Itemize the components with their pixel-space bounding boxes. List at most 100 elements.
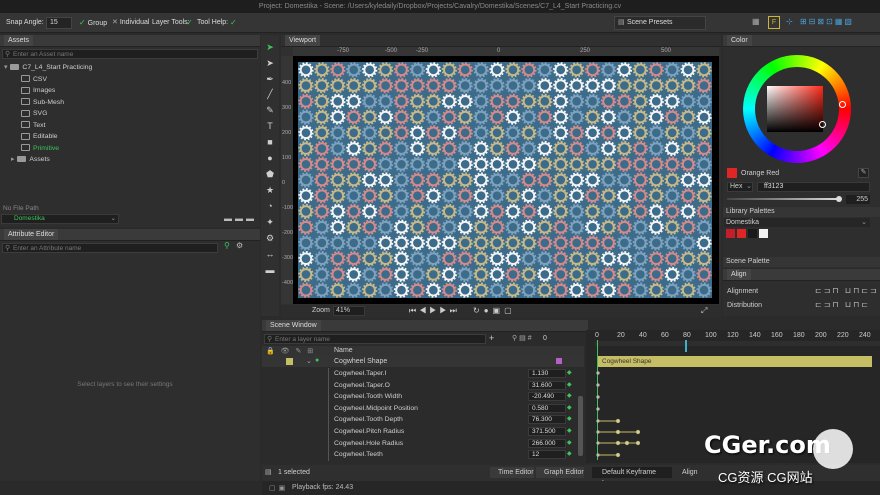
keyframe-layer-select[interactable]: Default Keyframe Layer bbox=[592, 467, 672, 487]
library-select[interactable]: Domestika ⌄ bbox=[724, 218, 870, 227]
keyframe-toggle-icon[interactable]: ◆ bbox=[567, 403, 572, 415]
palette-swatch[interactable] bbox=[726, 229, 735, 238]
color-format-select[interactable]: Hex ⌄ bbox=[727, 182, 753, 192]
snap-angle-input[interactable]: 15 bbox=[46, 17, 72, 29]
status-icons[interactable]: ▢▣ bbox=[269, 484, 288, 492]
refresh-icon[interactable]: ↻ bbox=[473, 306, 484, 315]
property-row[interactable]: Cogwheel.Teeth 12 ◆ bbox=[262, 449, 584, 461]
polygon-tool-icon[interactable]: ⬟ bbox=[264, 168, 276, 180]
chevron-down-icon[interactable]: ▾ bbox=[4, 64, 7, 71]
asset-tree-item[interactable]: ▾ C7_L4_Start Practicing bbox=[0, 62, 260, 74]
hex-input[interactable]: ff3123 bbox=[757, 182, 870, 192]
snap-icon[interactable]: ⊹ bbox=[786, 17, 793, 26]
scene-scrollbar[interactable] bbox=[578, 396, 583, 456]
play-icon[interactable]: ▶ bbox=[429, 306, 439, 315]
sparkle-tool-icon[interactable]: ✦ bbox=[264, 216, 276, 228]
property-row[interactable]: Cogwheel.Hole Radius 266.000 ◆ bbox=[262, 437, 584, 450]
property-row[interactable]: Cogwheel.Midpoint Position 0.580 ◆ bbox=[262, 402, 584, 415]
distribution-buttons[interactable]: ⊏⊐⊓ ⊔⊓⊏ bbox=[815, 300, 870, 309]
hue-handle[interactable] bbox=[839, 101, 846, 108]
attribute-editor-tab[interactable]: Attribute Editor bbox=[4, 229, 59, 240]
scene-palette-header[interactable]: Scene Palette bbox=[723, 257, 880, 267]
asset-tree-item[interactable]: Text bbox=[0, 120, 260, 132]
zoom-select[interactable]: 41% bbox=[333, 306, 365, 316]
property-value-input[interactable]: 0.580 bbox=[528, 403, 566, 413]
asset-tree-item[interactable]: ▸ Assets bbox=[0, 154, 260, 166]
keyframe-toggle-icon[interactable]: ◆ bbox=[567, 426, 572, 438]
property-value-input[interactable]: 76.300 bbox=[528, 415, 566, 425]
line-tool-icon[interactable]: ╱ bbox=[264, 88, 276, 100]
color-picker-handle[interactable] bbox=[819, 121, 826, 128]
keyframe-toggle-icon[interactable]: ◆ bbox=[567, 368, 572, 380]
layer-search-input[interactable]: Enter a layer name bbox=[264, 334, 486, 344]
gear-tool-icon[interactable]: ⚙ bbox=[264, 232, 276, 244]
asset-search-input[interactable]: Enter an Asset name bbox=[2, 49, 258, 59]
group-toggle[interactable]: ✓ Group bbox=[79, 17, 107, 29]
palette-swatch[interactable] bbox=[759, 229, 768, 238]
project-select[interactable]: Domestika ⌄ bbox=[1, 214, 119, 224]
property-value-input[interactable]: 12 bbox=[528, 450, 566, 460]
record-icon[interactable]: ● bbox=[484, 306, 493, 315]
alpha-slider[interactable] bbox=[727, 198, 840, 200]
keyframe-toggle-icon[interactable]: ◆ bbox=[567, 438, 572, 450]
property-value-input[interactable]: -20.490 bbox=[528, 392, 566, 402]
list-icon[interactable]: ▤ bbox=[265, 468, 272, 476]
pill-tool-icon[interactable]: ▬ bbox=[264, 264, 276, 276]
step-back-icon[interactable]: ◀ bbox=[419, 306, 429, 315]
frame-icon[interactable]: F bbox=[768, 16, 780, 29]
layer-row-cogwheel[interactable]: ⌄ ● Cogwheel Shape bbox=[262, 356, 584, 367]
pen-tool-icon[interactable]: ✒ bbox=[264, 73, 276, 85]
asset-tree-item[interactable]: Editable bbox=[0, 131, 260, 143]
view-controls[interactable]: ↻●▣▢ bbox=[473, 306, 516, 315]
attribute-search-input[interactable]: Enter an Attribute name bbox=[2, 243, 218, 253]
align-tools-icon[interactable]: ⊞⊟⊠⊡▦▧ bbox=[800, 17, 854, 26]
attribute-search-icon[interactable]: ⚲ bbox=[224, 241, 230, 250]
attribute-options-icon[interactable]: ⚙ bbox=[236, 241, 243, 250]
edit-tool-icon[interactable]: ➤ bbox=[264, 57, 276, 69]
lock-icon[interactable]: ▢ bbox=[504, 306, 516, 315]
add-layer-icon[interactable]: + bbox=[489, 333, 494, 343]
assets-tab[interactable]: Assets bbox=[4, 35, 34, 46]
viewport-tab[interactable]: Viewport bbox=[285, 35, 321, 46]
time-editor-button[interactable]: Time Editor bbox=[490, 467, 534, 478]
asset-tree-item[interactable]: Primitive bbox=[0, 143, 260, 155]
property-value-input[interactable]: 266.000 bbox=[528, 438, 566, 448]
playhead[interactable] bbox=[685, 340, 687, 352]
chevron-right-icon[interactable]: ▸ bbox=[11, 156, 14, 163]
align-tab[interactable]: Align bbox=[727, 269, 751, 280]
palette-swatch[interactable] bbox=[748, 229, 757, 238]
alpha-input[interactable]: 255 bbox=[846, 195, 870, 204]
skip-start-icon[interactable]: ⏮ bbox=[409, 306, 419, 315]
arc-tool-icon[interactable]: ◔ bbox=[264, 200, 276, 212]
playback-controls[interactable]: ⏮◀▶▶⏭ bbox=[409, 306, 460, 316]
asset-tree-item[interactable]: SVG bbox=[0, 108, 260, 120]
asset-actions[interactable]: ▬▬▬ bbox=[224, 214, 257, 223]
timeline-layer-bar[interactable]: Cogwheel Shape bbox=[598, 356, 872, 367]
select-tool-icon[interactable]: ➤ bbox=[264, 41, 276, 53]
layer-visibility-icon[interactable]: ● bbox=[315, 357, 319, 364]
asset-tree-item[interactable]: Sub-Mesh bbox=[0, 97, 260, 109]
star-tool-icon[interactable]: ★ bbox=[264, 184, 276, 196]
chevron-down-icon[interactable]: ⌄ bbox=[306, 357, 312, 365]
saturation-value-square[interactable] bbox=[767, 86, 823, 132]
alignment-buttons[interactable]: ⊏⊐⊓ ⊔⊓⊏⊐ bbox=[815, 286, 879, 295]
scene-presets-button[interactable]: ▤ Scene Presets bbox=[614, 16, 706, 30]
filter-icon[interactable]: ▤ bbox=[519, 335, 528, 342]
hash-icon[interactable]: # bbox=[528, 335, 534, 342]
keyframe-toggle-icon[interactable]: ◆ bbox=[567, 380, 572, 392]
property-value-input[interactable]: 1.130 bbox=[528, 369, 566, 378]
camera-icon[interactable]: ▣ bbox=[493, 306, 505, 315]
scene-window-tab[interactable]: Scene Window bbox=[266, 320, 321, 331]
scene-tools[interactable]: ⚲▤# bbox=[512, 334, 534, 342]
property-row[interactable]: Cogwheel.Tooth Depth 76.300 ◆ bbox=[262, 414, 584, 426]
folder-icon[interactable]: ▬ bbox=[224, 214, 235, 223]
color-tab[interactable]: Color bbox=[727, 35, 752, 46]
graph-editor-button[interactable]: Graph Editor bbox=[536, 467, 584, 478]
property-row[interactable]: Cogwheel.Pitch Radius 371.500 ◆ bbox=[262, 426, 584, 438]
expand-icon[interactable]: ⤢ bbox=[701, 306, 707, 316]
step-forward-icon[interactable]: ▶ bbox=[439, 306, 449, 315]
gear-pattern-canvas[interactable] bbox=[298, 62, 712, 298]
grid-icon[interactable]: ▦ bbox=[752, 17, 760, 26]
layer-tools-toggle[interactable]: ✓ bbox=[186, 17, 193, 29]
skip-end-icon[interactable]: ⏭ bbox=[450, 306, 460, 315]
